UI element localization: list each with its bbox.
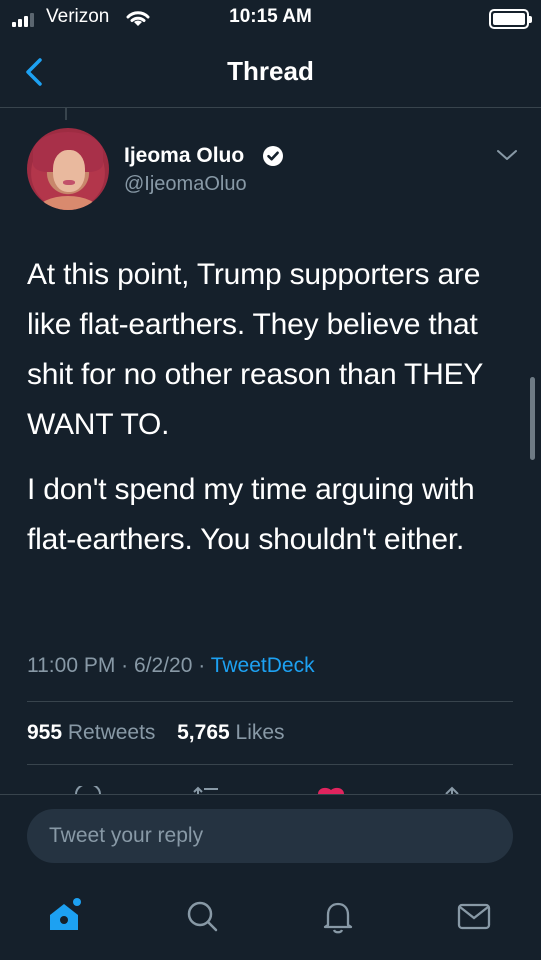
likes-count: 5,765 — [177, 721, 230, 744]
tweet-paragraph: At this point, Trump supporters are like… — [27, 258, 483, 441]
tweet-source-link[interactable]: TweetDeck — [211, 654, 315, 677]
bell-icon[interactable] — [318, 896, 358, 936]
mail-icon[interactable] — [454, 896, 494, 936]
tweet-text: At this point, Trump supporters are like… — [27, 250, 517, 580]
author-handle[interactable]: @IjeomaOluo — [124, 173, 247, 196]
retweets-label: Retweets — [67, 721, 156, 744]
tab-bar — [0, 878, 541, 960]
tweet-paragraph: I don't spend my time arguing with flat-… — [27, 473, 475, 556]
verified-badge-icon — [263, 146, 283, 166]
divider — [27, 764, 513, 765]
reply-input[interactable] — [27, 809, 513, 863]
retweet-icon[interactable] — [192, 786, 222, 794]
search-icon[interactable] — [182, 896, 222, 936]
status-time: 10:15 AM — [229, 6, 312, 27]
scrollbar[interactable] — [530, 377, 535, 460]
tweet-date: 6/2/20 — [134, 654, 193, 677]
nav-header: Thread — [0, 36, 541, 108]
meta-separator: · — [121, 654, 129, 677]
divider — [27, 701, 513, 702]
share-icon[interactable] — [437, 786, 467, 794]
tweet-time: 11:00 PM — [27, 654, 116, 677]
page-title: Thread — [227, 56, 314, 86]
status-bar: Verizon 10:15 AM — [0, 0, 541, 36]
likes-stat[interactable]: 5,765 Likes — [177, 721, 284, 744]
battery-icon — [489, 9, 532, 29]
tweet-stats: 955 Retweets 5,765 Likes — [27, 721, 285, 745]
retweets-stat[interactable]: 955 Retweets — [27, 721, 155, 744]
retweets-count: 955 — [27, 721, 63, 744]
chevron-down-icon[interactable] — [495, 147, 519, 163]
reply-bar — [0, 794, 541, 878]
home-icon[interactable] — [44, 896, 84, 936]
author-name[interactable]: Ijeoma Oluo — [124, 144, 244, 168]
likes-label: Likes — [235, 721, 285, 744]
thread-connector — [65, 108, 67, 120]
meta-separator: · — [198, 654, 206, 677]
like-icon[interactable] — [316, 786, 346, 794]
tweet-meta: 11:00 PM · 6/2/20 · TweetDeck — [27, 654, 315, 678]
reply-icon[interactable] — [73, 786, 103, 794]
avatar[interactable] — [27, 128, 109, 210]
